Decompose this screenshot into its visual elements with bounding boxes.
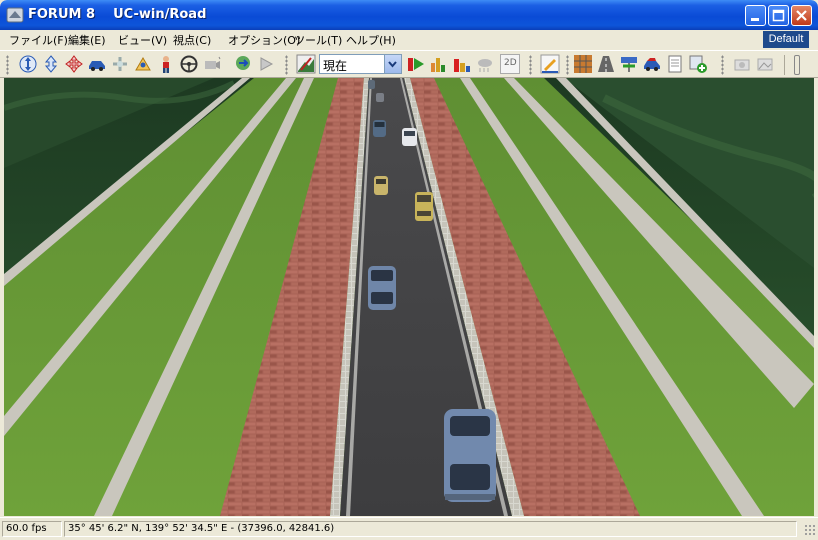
camera-icon [205, 56, 221, 69]
close-button[interactable] [791, 5, 812, 26]
play-button[interactable] [256, 54, 276, 74]
viewport-3d[interactable] [4, 78, 814, 516]
terrain-view-button[interactable] [296, 54, 316, 74]
drive-car-button[interactable] [87, 54, 107, 74]
person-button[interactable] [156, 54, 176, 74]
bar-chart-icon [431, 58, 445, 72]
walk-button[interactable] [133, 54, 153, 74]
viewpoint-select[interactable]: 現在 [319, 54, 402, 74]
vehicle-icon [644, 58, 660, 71]
view-2d-label: 2D [504, 58, 517, 68]
view-2d-button[interactable]: 2D [500, 54, 520, 74]
toolbar-separator [784, 55, 785, 75]
close-icon [796, 10, 807, 21]
status-bar: 60.0 fps 35° 45' 6.2" N, 139° 52' 34.5" … [0, 517, 818, 540]
toolbar-grip[interactable] [529, 55, 532, 75]
bar-chart-red-button[interactable] [452, 54, 472, 74]
move-icon [19, 55, 37, 73]
road-icon [598, 56, 614, 72]
toolbar-grip[interactable] [6, 55, 9, 75]
vehicle[interactable] [368, 80, 375, 89]
screenshot-button[interactable] [732, 54, 752, 74]
document-icon [668, 55, 682, 73]
vehicle[interactable] [374, 176, 388, 195]
vehicle[interactable] [415, 192, 433, 221]
fps-readout: 60.0 fps [2, 521, 62, 537]
coordinates-readout: 35° 45' 6.2" N, 139° 52' 34.5" E - (3739… [64, 521, 797, 537]
profile-badge[interactable]: Default [763, 31, 809, 48]
menu-edit[interactable]: 編集(E) [68, 32, 106, 48]
up-down-icon [44, 55, 58, 73]
add-icon [689, 55, 707, 73]
road-scene[interactable] [4, 78, 814, 516]
minimize-icon [751, 18, 759, 21]
bar-chart-red-icon [454, 59, 470, 72]
menu-options[interactable]: オプション(O) [228, 32, 300, 48]
resize-grip[interactable] [804, 524, 816, 536]
vehicle[interactable] [376, 93, 384, 102]
route-icon [236, 56, 250, 70]
fly-icon [113, 57, 127, 71]
toolbar-overflow-button[interactable] [794, 55, 800, 75]
dropdown-button[interactable] [384, 55, 401, 73]
vehicle[interactable] [373, 120, 386, 137]
menu-tools[interactable]: ツール(T) [294, 32, 342, 48]
title-bar[interactable]: FORUM 8 UC-win/Road [0, 0, 818, 30]
move-button[interactable] [18, 54, 38, 74]
vehicle-button[interactable] [642, 54, 662, 74]
gallery-icon [757, 58, 773, 71]
drive-car-icon [89, 61, 105, 71]
toolbar-grip[interactable] [721, 55, 724, 75]
road-button[interactable] [596, 54, 616, 74]
app-icon[interactable] [6, 6, 24, 24]
grid-button[interactable] [573, 54, 593, 74]
vehicle[interactable] [444, 409, 496, 502]
weather-icon [478, 59, 492, 72]
menu-file[interactable]: ファイル(F) [9, 32, 68, 48]
menu-view[interactable]: ビュー(V) [118, 32, 167, 48]
signal-button[interactable] [619, 54, 639, 74]
grid-icon [574, 55, 592, 73]
camera-button[interactable] [202, 54, 222, 74]
maximize-button[interactable] [768, 5, 789, 26]
menu-bar: ファイル(F) 編集(E) ビュー(V) 視点(C) オプション(O) ツール(… [0, 30, 818, 49]
gallery-button[interactable] [755, 54, 775, 74]
record-start-icon [408, 58, 424, 71]
menu-help[interactable]: ヘルプ(H) [346, 32, 396, 48]
chevron-down-icon [388, 61, 397, 68]
minimize-button[interactable] [745, 5, 766, 26]
rotate-button[interactable] [64, 54, 84, 74]
add-button[interactable] [688, 54, 708, 74]
walk-icon [135, 57, 151, 71]
signal-icon [621, 57, 637, 72]
steering-wheel-icon [180, 55, 198, 73]
person-icon [163, 56, 169, 73]
vehicle[interactable] [402, 128, 417, 146]
document-button[interactable] [665, 54, 685, 74]
fly-button[interactable] [110, 54, 130, 74]
edit-button[interactable] [540, 54, 560, 74]
play-icon [260, 57, 274, 71]
toolbar-grip[interactable] [566, 55, 569, 75]
edit-icon [540, 54, 560, 74]
record-start-button[interactable] [406, 54, 426, 74]
terrain-view-icon [296, 54, 316, 74]
steering-wheel-button[interactable] [179, 54, 199, 74]
bar-chart-button[interactable] [429, 54, 449, 74]
menu-viewpoint[interactable]: 視点(C) [173, 32, 211, 48]
toolbar: 現在 2D [0, 50, 818, 78]
window-title: FORUM 8 UC-win/Road [28, 7, 207, 22]
up-down-button[interactable] [41, 54, 61, 74]
route-button[interactable] [233, 54, 253, 74]
weather-button[interactable] [475, 54, 495, 74]
toolbar-grip[interactable] [285, 55, 288, 75]
rotate-icon [65, 55, 83, 73]
screenshot-icon [734, 59, 750, 71]
viewpoint-select-value: 現在 [323, 59, 348, 73]
application-window: FORUM 8 UC-win/Road ファイル(F) 編集(E) ビュー(V)… [0, 0, 818, 540]
vehicle[interactable] [368, 266, 396, 310]
maximize-icon [772, 9, 785, 22]
